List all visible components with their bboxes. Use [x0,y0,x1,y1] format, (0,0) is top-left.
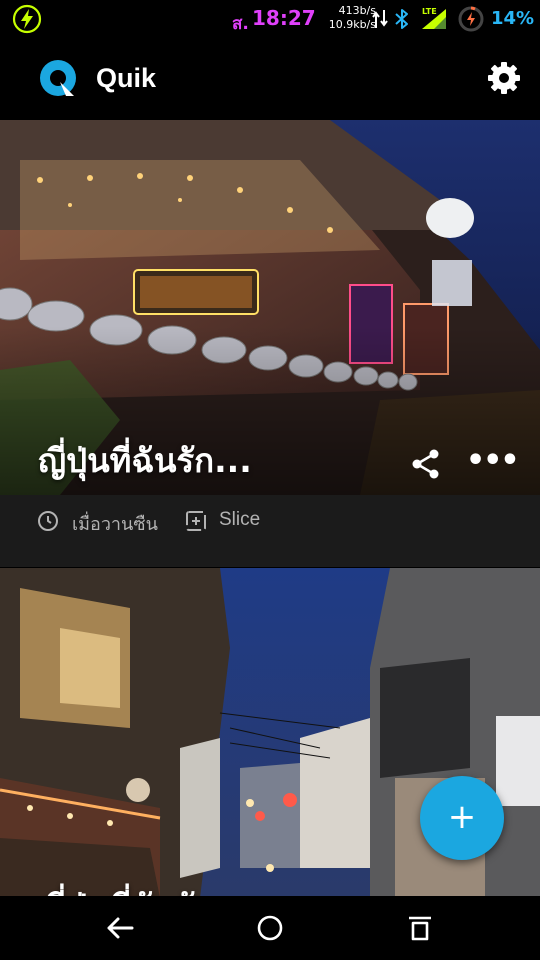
bluetooth-icon [395,9,408,29]
share-icon[interactable] [408,446,444,482]
lte-signal-icon: LTE [422,7,446,29]
clock-time: 18:27 [252,6,316,30]
bolt-icon [12,4,42,34]
recent-apps-icon[interactable] [404,912,436,944]
clock-icon [38,511,58,531]
battery-saver-icon [458,6,484,32]
home-icon[interactable] [254,912,286,944]
add-button[interactable]: + [420,776,504,860]
app-bar: Quik [0,38,540,120]
video-card[interactable]: ญี่ปุ่นที่ฉันรัก... ••• เมื่อวานซืน Slic… [0,120,540,567]
data-arrows-icon [372,10,388,28]
carrier-label: ส. [232,14,249,34]
slice-icon [186,511,206,531]
add-icon: + [447,797,477,837]
lte-label: LTE [422,7,437,16]
battery-percent: 14% [491,8,535,29]
gear-icon[interactable] [486,60,522,96]
card-meta: เมื่อวานซืน Slice [0,495,540,547]
navigation-bar [0,896,540,960]
app-title: Quik [96,63,157,93]
card-title[interactable]: ญี่ปุ่นที่ฉันรัก... [38,434,252,487]
back-icon[interactable] [104,912,136,944]
status-bar: ส. 18:27 413b/s 10.9kb/s LTE 14% [0,0,540,38]
card-date: เมื่อวานซืน [72,514,158,535]
upload-speed: 413b/s [338,4,376,17]
network-speed: 413b/s 10.9kb/s [326,4,376,32]
quik-logo-icon [40,60,76,96]
card-type: Slice [219,509,261,530]
more-options-icon[interactable]: ••• [466,446,520,480]
download-speed: 10.9kb/s [328,18,376,31]
